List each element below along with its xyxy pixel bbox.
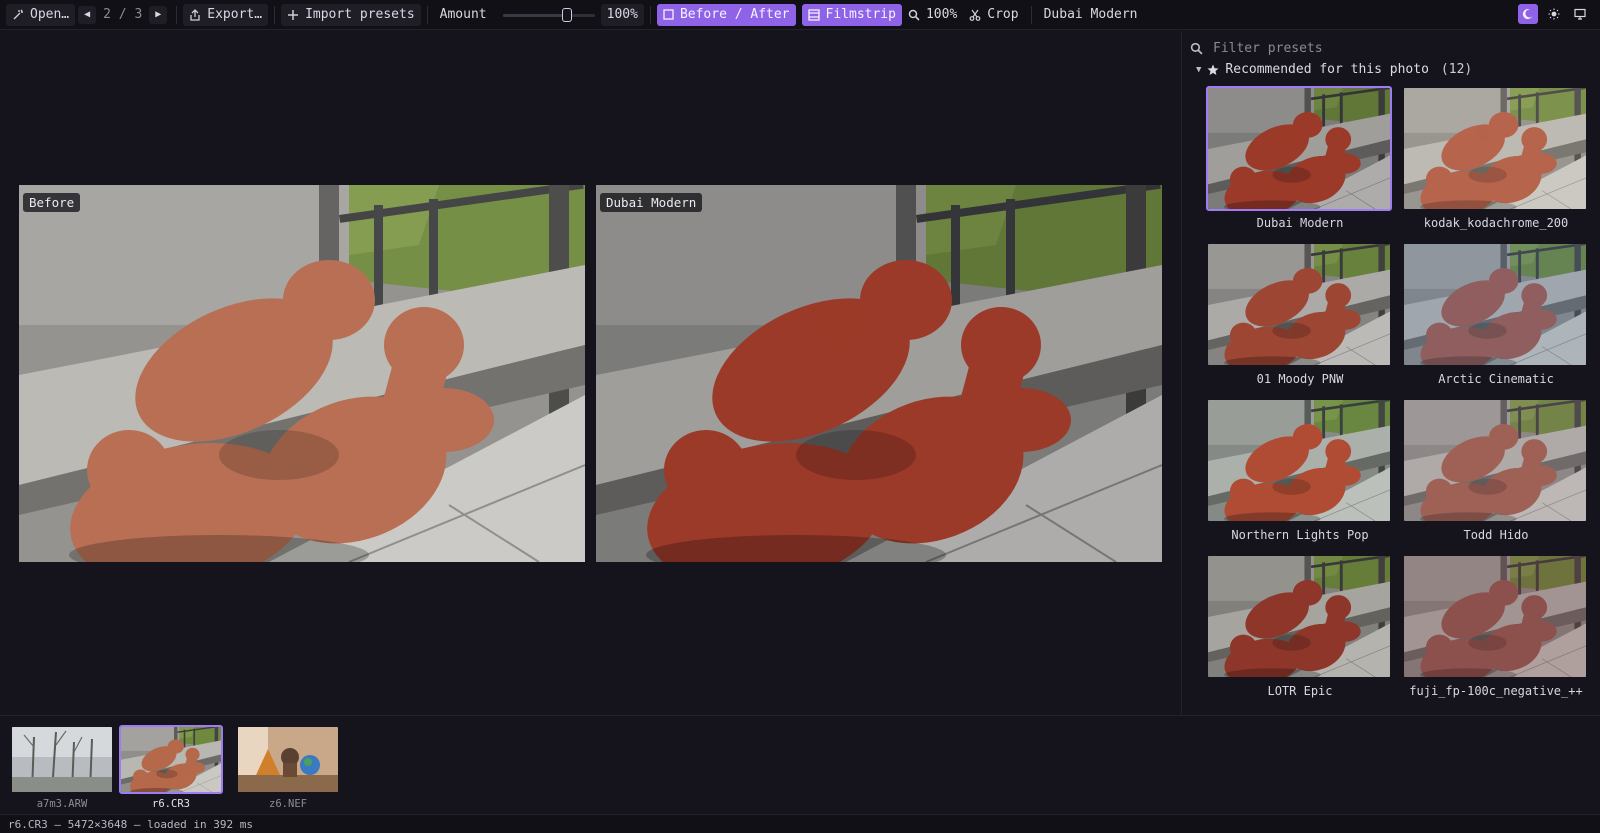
section-title: Recommended for this photo <box>1225 62 1429 77</box>
divider <box>426 5 428 24</box>
preset-name: Dubai Modern <box>1256 216 1344 230</box>
filmstrip-toggle[interactable]: Filmstrip <box>801 3 902 26</box>
next-photo-button[interactable]: ▶ <box>149 5 168 24</box>
active-preset-name: Dubai Modern <box>1043 7 1138 22</box>
page-indicator: 2 / 3 <box>99 4 146 26</box>
open-label: Open… <box>30 7 70 22</box>
square-icon <box>663 9 674 20</box>
preset-thumbnail <box>1402 86 1588 211</box>
before-after-toggle[interactable]: Before / After <box>656 3 796 26</box>
open-button[interactable]: Open… <box>6 3 76 26</box>
page-total: 3 <box>134 7 143 22</box>
preset-card[interactable]: Todd Hido <box>1402 398 1590 542</box>
before-after-label: Before / After <box>679 7 790 22</box>
divider <box>649 5 651 24</box>
search-icon <box>1190 42 1203 55</box>
triangle-left-icon: ◀ <box>84 9 91 20</box>
prev-photo-button[interactable]: ◀ <box>78 5 97 24</box>
preset-thumbnail <box>1402 554 1588 679</box>
preset-card[interactable]: fuji_fp-100c_negative_++ <box>1402 554 1590 698</box>
filmstrip-name: z6.NEF <box>269 798 307 810</box>
comparison-viewer: Before Dubai Modern <box>0 31 1181 715</box>
slider-fill <box>502 13 562 17</box>
triangle-right-icon: ▶ <box>155 9 162 20</box>
preset-thumbnail <box>1206 554 1392 679</box>
filmstrip-name: r6.CR3 <box>152 798 190 810</box>
system-theme-toggle[interactable] <box>1570 4 1590 24</box>
zoom-button[interactable]: 100% <box>902 4 963 26</box>
slider-thumb[interactable] <box>561 7 572 22</box>
section-header-recommended[interactable]: ▼ Recommended for this photo (12) <box>1196 62 1472 77</box>
import-label: Import presets <box>305 7 415 22</box>
zoom-label: 100% <box>925 7 958 22</box>
sun-icon <box>1548 8 1560 20</box>
before-label: Before <box>23 193 81 212</box>
preset-name: Northern Lights Pop <box>1231 528 1369 542</box>
preset-name: 01 Moody PNW <box>1256 372 1344 386</box>
filmstrip-thumbnail <box>236 725 340 794</box>
monitor-icon <box>1574 8 1586 20</box>
preset-name: fuji_fp-100c_negative_++ <box>1409 684 1583 698</box>
filmstrip-item[interactable]: r6.CR3 <box>119 725 223 810</box>
export-button[interactable]: Export… <box>183 3 269 26</box>
dark-mode-toggle[interactable] <box>1518 4 1538 24</box>
plus-icon <box>288 9 299 20</box>
export-label: Export… <box>207 7 263 22</box>
section-count: (12) <box>1440 62 1473 77</box>
amount-label: Amount <box>439 7 487 22</box>
preset-name: kodak_kodachrome_200 <box>1423 216 1569 230</box>
filmstrip-item[interactable]: z6.NEF <box>236 725 340 810</box>
import-presets-button[interactable]: Import presets <box>281 3 421 26</box>
moon-icon <box>1522 9 1533 20</box>
preset-thumbnail <box>1206 242 1392 367</box>
preset-card[interactable]: Arctic Cinematic <box>1402 242 1590 386</box>
preset-card[interactable]: Dubai Modern <box>1206 86 1394 230</box>
crop-label: Crop <box>987 7 1019 22</box>
filmstrip-label: Filmstrip <box>825 7 896 22</box>
preset-thumbnail <box>1402 398 1588 523</box>
filmstrip: a7m3.ARW r6.CR3 z6.NEF <box>0 715 1600 814</box>
status-bar: r6.CR3 — 5472×3648 — loaded in 392 ms <box>0 814 1600 833</box>
scissors-icon <box>969 9 981 21</box>
preset-panel: ▼ Recommended for this photo (12) Dubai … <box>1181 31 1600 715</box>
preset-card[interactable]: 01 Moody PNW <box>1206 242 1394 386</box>
divider <box>1030 5 1032 24</box>
divider <box>274 5 276 24</box>
preset-name: LOTR Epic <box>1267 684 1333 698</box>
filmstrip-icon <box>807 8 820 21</box>
search-input[interactable] <box>1213 40 1573 56</box>
light-mode-toggle[interactable] <box>1544 4 1564 24</box>
wand-icon <box>13 9 23 19</box>
after-image[interactable]: Dubai Modern <box>596 185 1162 562</box>
preset-card[interactable]: kodak_kodachrome_200 <box>1402 86 1590 230</box>
crop-button[interactable]: Crop <box>963 4 1024 26</box>
filmstrip-thumbnail <box>10 725 114 794</box>
filmstrip-name: a7m3.ARW <box>36 798 88 810</box>
window-controls <box>1512 4 1590 24</box>
page-separator: / <box>118 7 127 22</box>
preset-thumbnail <box>1402 242 1588 367</box>
preset-name: Todd Hido <box>1463 528 1529 542</box>
preset-thumbnail <box>1206 398 1392 523</box>
filmstrip-thumbnail <box>119 725 223 794</box>
magnifier-icon <box>908 9 920 21</box>
status-text: r6.CR3 — 5472×3648 — loaded in 392 ms <box>8 818 254 831</box>
preset-card[interactable]: LOTR Epic <box>1206 554 1394 698</box>
divider <box>176 5 178 24</box>
filmstrip-item[interactable]: a7m3.ARW <box>10 725 114 810</box>
preset-card[interactable]: Northern Lights Pop <box>1206 398 1394 542</box>
preset-thumbnail <box>1206 86 1392 211</box>
amount-percent: 100% <box>600 3 644 26</box>
after-label: Dubai Modern <box>600 193 703 212</box>
preset-name: Arctic Cinematic <box>1438 372 1554 386</box>
toolbar: Open… ◀ 2 / 3 ▶ Export… Import presets A… <box>0 0 1600 30</box>
page-current: 2 <box>103 7 111 22</box>
export-icon <box>190 8 200 21</box>
star-icon <box>1207 64 1219 75</box>
preset-search <box>1190 37 1590 59</box>
amount-slider[interactable] <box>502 4 595 26</box>
before-image[interactable]: Before <box>19 185 585 562</box>
disclosure-triangle-icon: ▼ <box>1196 64 1202 75</box>
